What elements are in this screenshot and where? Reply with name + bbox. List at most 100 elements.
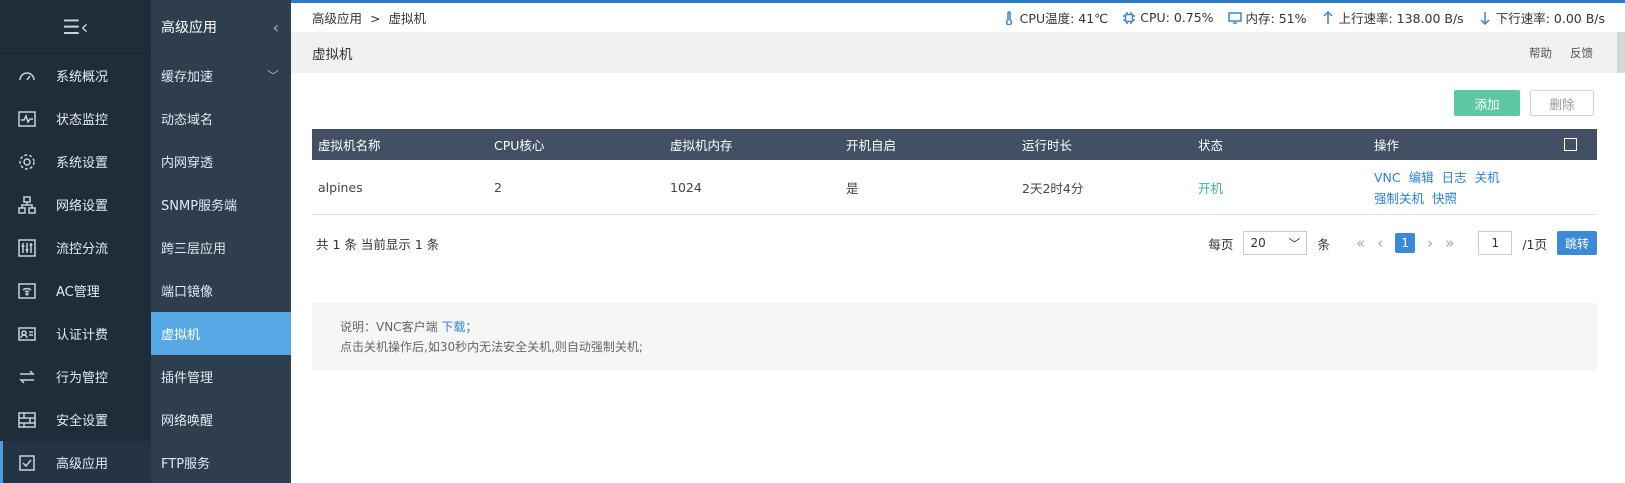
- jump-button[interactable]: 跳转: [1557, 231, 1597, 255]
- sub-item-ddns[interactable]: 动态域名: [151, 97, 291, 140]
- sub-item-vm[interactable]: 虚拟机: [151, 312, 291, 355]
- wifi-icon: [16, 280, 38, 302]
- breadcrumb-parent[interactable]: 高级应用: [312, 11, 362, 26]
- prev-page-icon[interactable]: ‹: [1377, 234, 1383, 252]
- memory-value: 内存: 51%: [1245, 11, 1307, 26]
- add-button[interactable]: 添加: [1454, 90, 1520, 116]
- per-page-value: 20: [1250, 236, 1266, 250]
- sub-item-layer3[interactable]: 跨三层应用: [151, 226, 291, 269]
- nav-label: 系统设置: [56, 156, 109, 171]
- vm-table: 虚拟机名称 CPU核心 虚拟机内存 开机自启 运行时长 状态 操作 alpine…: [312, 129, 1597, 215]
- vm-actions-cell: VNC 编辑 日志 关机 强制关机 快照: [1368, 167, 1544, 207]
- last-page-icon[interactable]: »: [1445, 234, 1454, 252]
- page-nav: « ‹ 1 › »: [1356, 233, 1454, 253]
- feedback-link[interactable]: 反馈: [1570, 45, 1593, 61]
- vnc-download-link[interactable]: 下载: [441, 320, 465, 334]
- nav-label: 状态监控: [56, 113, 109, 128]
- breadcrumb: 高级应用 > 虚拟机: [312, 8, 430, 27]
- pagination: 共 1 条 当前显示 1 条 每页 20 ﹀ 条 « ‹ 1 › » 1 /1页…: [312, 230, 1597, 256]
- table-row: alpines 2 1024 是 2天2时4分 开机 VNC 编辑 日志 关机 强制关…: [312, 160, 1597, 215]
- sub-label: 端口镜像: [161, 285, 214, 300]
- nav-item-flow-control[interactable]: 流控分流: [0, 226, 151, 269]
- notice-line-2: 点击关机操作后,如30秒内无法安全关机,则自动强制关机;: [340, 340, 643, 354]
- column-header-memory: 虚拟机内存: [670, 138, 733, 153]
- nav-item-network[interactable]: 网络设置: [0, 183, 151, 226]
- shutdown-link[interactable]: 关机: [1475, 170, 1500, 185]
- per-page-select[interactable]: 20 ﹀: [1243, 231, 1308, 255]
- nav-item-auth[interactable]: 认证计费: [0, 312, 151, 355]
- sub-label: 网络唤醒: [161, 414, 214, 429]
- column-header-autostart: 开机自启: [846, 138, 897, 153]
- notice-box: 说明：VNC客户端 下载； 点击关机操作后,如30秒内无法安全关机,则自动强制关…: [312, 303, 1597, 371]
- secondary-sidebar-header[interactable]: 高级应用 ‹: [151, 0, 291, 54]
- sub-item-ftp[interactable]: FTP服务: [151, 441, 291, 483]
- vnc-link[interactable]: VNC: [1374, 170, 1401, 185]
- force-shutdown-link[interactable]: 强制关机: [1374, 191, 1424, 206]
- sub-item-wol[interactable]: 网络唤醒: [151, 398, 291, 441]
- sub-item-tunnel[interactable]: 内网穿透: [151, 140, 291, 183]
- log-link[interactable]: 日志: [1442, 170, 1467, 185]
- secondary-sidebar: 高级应用 ‹ 缓存加速 ﹀ 动态域名 内网穿透 SNMP服务端 跨三层应用 端口镜…: [151, 0, 291, 483]
- snapshot-link[interactable]: 快照: [1432, 191, 1457, 206]
- edit-link[interactable]: 编辑: [1409, 170, 1434, 185]
- sub-label: 动态域名: [161, 113, 214, 128]
- monitor-icon: [16, 108, 38, 130]
- arrow-down-icon: [1480, 11, 1490, 25]
- secondary-sidebar-title: 高级应用: [161, 20, 217, 36]
- per-page-unit: 条: [1317, 236, 1330, 252]
- sub-label: 虚拟机: [161, 328, 201, 343]
- sub-item-cache[interactable]: 缓存加速 ﹀: [151, 54, 291, 97]
- chevron-down-icon: ﹀: [1288, 236, 1301, 251]
- breadcrumb-separator: >: [370, 11, 381, 26]
- cpu-stat: CPU: 0.75%: [1122, 10, 1214, 25]
- pagination-summary: 共 1 条 当前显示 1 条: [316, 236, 440, 252]
- cpu-temp-stat: CPU温度: 41℃: [1002, 8, 1109, 27]
- chevron-down-icon: ﹀: [266, 69, 279, 83]
- sub-label: 缓存加速: [161, 70, 214, 85]
- column-header-uptime: 运行时长: [1022, 138, 1073, 153]
- menu-collapse-icon[interactable]: ☰‹: [0, 0, 151, 54]
- nav-label: 行为管控: [56, 371, 109, 386]
- vm-cpu-cell: 2: [494, 179, 502, 195]
- nav-item-security[interactable]: 安全设置: [0, 398, 151, 441]
- upload-value: 上行速率: 138.00 B/s: [1338, 11, 1464, 26]
- current-page[interactable]: 1: [1395, 233, 1416, 253]
- sub-item-plugins[interactable]: 插件管理: [151, 355, 291, 398]
- nav-item-overview[interactable]: 系统概况: [0, 54, 151, 97]
- notice-line-1: 说明：VNC客户端 下载；: [340, 317, 1569, 337]
- chevron-left-icon[interactable]: ‹: [273, 18, 279, 37]
- delete-button[interactable]: 删除: [1530, 90, 1594, 116]
- nav-label: 流控分流: [56, 242, 109, 257]
- nav-item-monitor[interactable]: 状态监控: [0, 97, 151, 140]
- notice-suffix: ；: [465, 320, 478, 334]
- sub-label: SNMP服务端: [161, 199, 238, 214]
- page-title-bar: 虚拟机 帮助 反馈: [291, 32, 1625, 73]
- nav-item-ac[interactable]: AC管理: [0, 269, 151, 312]
- next-page-icon[interactable]: ›: [1427, 234, 1433, 252]
- gear-icon: [16, 151, 38, 173]
- column-header-cpu: CPU核心: [494, 138, 545, 153]
- vm-status-cell: 开机: [1198, 180, 1224, 196]
- primary-sidebar: ☰‹ 系统概况 状态监控 系统设置 网络设置 流控分流 AC管理 认证计费 行为…: [0, 0, 151, 483]
- network-icon: [16, 194, 38, 216]
- help-link[interactable]: 帮助: [1529, 45, 1552, 61]
- column-header-actions: 操作: [1374, 138, 1400, 153]
- main-content: 添加 删除 虚拟机名称 CPU核心 虚拟机内存 开机自启 运行时长 状态 操作 …: [291, 73, 1625, 483]
- vm-memory-cell: 1024: [670, 179, 702, 195]
- vm-uptime-cell: 2天2时4分: [1022, 180, 1084, 196]
- column-header-name: 虚拟机名称: [318, 138, 381, 153]
- sub-item-port-mirror[interactable]: 端口镜像: [151, 269, 291, 312]
- select-all-checkbox[interactable]: [1564, 138, 1577, 151]
- per-page-label: 每页: [1208, 236, 1234, 252]
- swap-icon: [16, 366, 38, 388]
- sub-item-snmp[interactable]: SNMP服务端: [151, 183, 291, 226]
- nav-item-advanced[interactable]: 高级应用: [0, 441, 151, 483]
- sub-label: 跨三层应用: [161, 242, 227, 257]
- page-number-input[interactable]: 1: [1478, 231, 1513, 255]
- nav-item-system-settings[interactable]: 系统设置: [0, 140, 151, 183]
- nav-item-behavior[interactable]: 行为管控: [0, 355, 151, 398]
- cpu-temp-value: CPU温度: 41℃: [1019, 11, 1109, 26]
- memory-stat: 内存: 51%: [1227, 8, 1307, 27]
- nav-label: 高级应用: [56, 457, 109, 472]
- first-page-icon[interactable]: «: [1356, 234, 1365, 252]
